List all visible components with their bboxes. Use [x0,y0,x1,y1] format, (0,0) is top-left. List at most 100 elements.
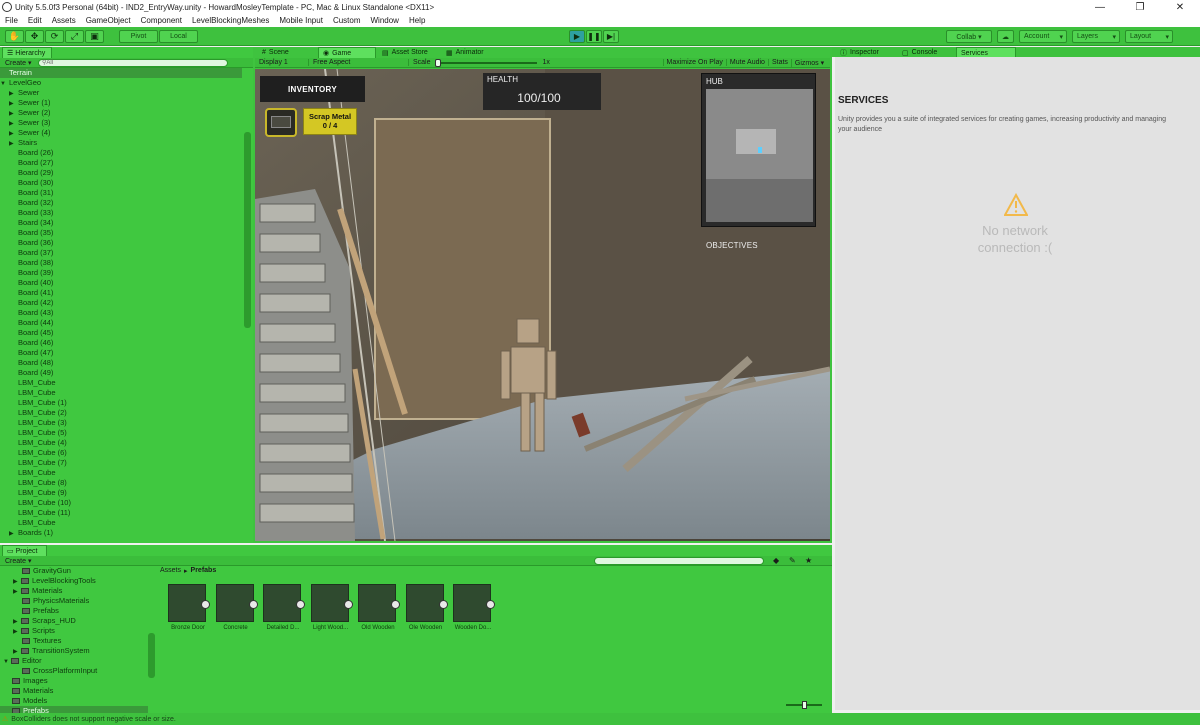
asset-prefab[interactable]: Bronze Door [168,584,210,631]
hierarchy-item[interactable]: LBM_Cube (1) [0,398,242,408]
hierarchy-item[interactable]: Board (45) [0,328,242,338]
local-button[interactable]: Local [159,30,198,43]
project-folder-item[interactable]: ▼ Editor [0,656,148,666]
project-folder-item[interactable]: ▶ LevelBlockingTools [0,576,148,586]
project-folder-item[interactable]: PhysicsMaterials [0,596,148,606]
minimize-icon[interactable]: — [1080,2,1120,13]
project-folder-item[interactable]: Materials [0,686,148,696]
hierarchy-item[interactable]: Board (33) [0,208,242,218]
hierarchy-item[interactable]: LBM_Cube (11) [0,508,242,518]
hierarchy-item[interactable]: Board (32) [0,198,242,208]
tab-hierarchy[interactable]: ☰ Hierarchy [2,47,52,58]
menu-gameobject[interactable]: GameObject [81,16,136,25]
play-icon[interactable]: ▶ [569,30,585,43]
hierarchy-item[interactable]: LBM_Cube (3) [0,418,242,428]
hierarchy-item[interactable]: LBM_Cube (5) [0,428,242,438]
menu-edit[interactable]: Edit [23,16,47,25]
hierarchy-create-button[interactable]: Create ▾ [0,59,38,67]
hierarchy-item[interactable]: LBM_Cube (7) [0,458,242,468]
hierarchy-item[interactable]: Board (31) [0,188,242,198]
mute-audio-toggle[interactable]: Mute Audio [725,59,768,66]
rotate-tool-icon[interactable]: ⟳ [45,30,64,43]
project-folder-item[interactable]: GravityGun [0,566,148,576]
hierarchy-item[interactable]: Board (27) [0,158,242,168]
filter-icon[interactable]: ◆ [773,556,779,565]
rect-tool-icon[interactable]: ▣ [85,30,104,43]
tab-asset-store[interactable]: ▤ Asset Store [378,47,440,58]
hierarchy-item[interactable]: LBM_Cube (6) [0,448,242,458]
hierarchy-item[interactable]: ▶ Sewer (2) [0,108,242,118]
hierarchy-item[interactable]: Board (30) [0,178,242,188]
scale-slider[interactable] [434,58,537,67]
hierarchy-item[interactable]: ▶ Sewer (3) [0,118,242,128]
asset-prefab[interactable]: Concrete [215,584,258,631]
maximize-on-play-toggle[interactable]: Maximize On Play [662,59,726,66]
project-folder-item[interactable]: Models [0,696,148,706]
expand-arrow-icon[interactable]: ▶ [13,617,21,627]
menu-window[interactable]: Window [366,16,404,25]
hierarchy-item[interactable]: ▶ Sewer (4) [0,128,242,138]
hierarchy-item[interactable]: LBM_Cube [0,388,242,398]
tab-project[interactable]: ▭ Project [2,545,47,556]
scale-tool-icon[interactable]: ⤢ [65,30,84,43]
hierarchy-item[interactable]: Board (47) [0,348,242,358]
project-create-button[interactable]: Create ▾ [0,557,60,565]
hierarchy-item[interactable]: Board (26) [0,148,242,158]
hierarchy-item[interactable]: LBM_Cube [0,468,242,478]
close-icon[interactable]: ✕ [1160,2,1200,13]
project-folder-item[interactable]: Images [0,676,148,686]
expand-arrow-icon[interactable]: ▶ [9,129,16,139]
star-icon[interactable]: ★ [805,556,812,565]
hierarchy-item[interactable]: ▶ Stairs [0,138,242,148]
hierarchy-item[interactable]: Board (29) [0,168,242,178]
hierarchy-item[interactable]: LBM_Cube (2) [0,408,242,418]
project-folder-item[interactable]: ▶ Materials [0,586,148,596]
hierarchy-item[interactable]: Board (48) [0,358,242,368]
label-icon[interactable]: ✎ [789,556,796,565]
menu-levelblockingmeshes[interactable]: LevelBlockingMeshes [187,16,274,25]
hierarchy-item[interactable]: Board (41) [0,288,242,298]
icon-size-slider[interactable] [786,701,822,709]
slider-thumb[interactable] [802,701,807,709]
tab-scene[interactable]: # Scene [258,47,316,58]
hierarchy-item[interactable]: Board (44) [0,318,242,328]
hierarchy-item[interactable]: ▶ Sewer [0,88,242,98]
layers-dropdown[interactable]: Layers ▾ [1072,30,1120,43]
project-folder-item[interactable]: Textures [0,636,148,646]
hierarchy-item[interactable]: Board (40) [0,278,242,288]
project-tree-scrollbar[interactable] [148,633,155,678]
asset-prefab[interactable]: Detailed D... [263,584,305,631]
tab-game[interactable]: ◉ Game [318,47,376,58]
asset-prefab[interactable]: Wooden Do... [453,584,495,631]
hierarchy-item[interactable]: LBM_Cube (9) [0,488,242,498]
hierarchy-scrollbar[interactable] [244,132,251,328]
expand-arrow-icon[interactable]: ▶ [9,119,16,129]
cloud-icon[interactable]: ☁ [997,30,1014,43]
hierarchy-item[interactable]: LBM_Cube (10) [0,498,242,508]
hand-tool-icon[interactable]: ✋ [5,30,24,43]
game-view[interactable]: INVENTORY Scrap Metal 0 / 4 HEALTH 100/1… [255,69,830,541]
menu-help[interactable]: Help [404,16,430,25]
project-search-input[interactable] [594,557,764,565]
layout-dropdown[interactable]: Layout ▾ [1125,30,1173,43]
account-dropdown[interactable]: Account ▾ [1019,30,1067,43]
hierarchy-item[interactable]: ▶ Sewer (1) [0,98,242,108]
hierarchy-item[interactable]: ▼ LevelGeo [0,78,242,88]
hierarchy-search-input[interactable]: ⚲ All [38,58,228,67]
project-folder-item[interactable]: Prefabs [0,606,148,616]
gizmos-dropdown[interactable]: Gizmos ▾ [790,58,827,67]
hierarchy-item[interactable]: Board (36) [0,238,242,248]
slider-thumb[interactable] [434,58,441,67]
expand-arrow-icon[interactable]: ▶ [13,587,21,597]
hierarchy-item[interactable]: Terrain [0,68,242,78]
expand-arrow-icon[interactable]: ▶ [13,577,21,587]
asset-prefab[interactable]: Ole Wooden [405,584,448,631]
expand-arrow-icon[interactable]: ▶ [9,89,16,99]
hierarchy-item[interactable]: Board (38) [0,258,242,268]
move-tool-icon[interactable]: ✥ [25,30,44,43]
menu-assets[interactable]: Assets [47,16,81,25]
step-icon[interactable]: ▶| [603,30,619,43]
menu-custom[interactable]: Custom [328,16,366,25]
hierarchy-item[interactable]: LBM_Cube [0,518,242,528]
expand-arrow-icon[interactable]: ▼ [3,657,11,667]
